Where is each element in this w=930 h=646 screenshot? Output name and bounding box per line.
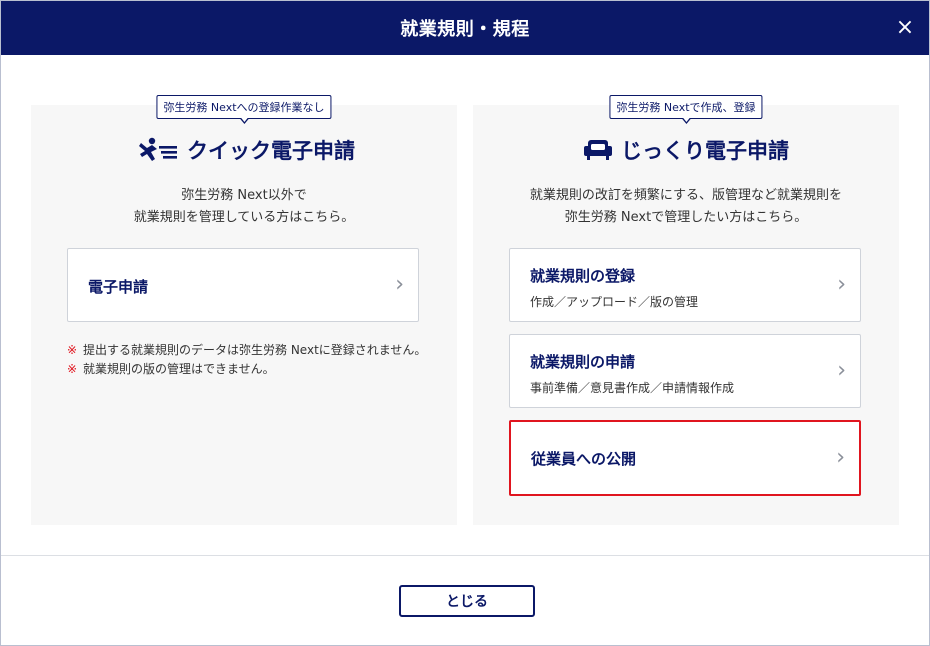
quick-apply-tag: 弥生労務 Nextへの登録作業なし xyxy=(156,95,332,119)
dialog-title: 就業規則・規程 xyxy=(400,19,530,40)
register-rules-sub: 作成／アップロード／版の管理 xyxy=(530,295,699,309)
quick-apply-panel: 弥生労務 Nextへの登録作業なし クイック電子申請 弥生労務 Next以外で … xyxy=(31,95,457,525)
detailed-apply-tag: 弥生労務 Nextで作成、登録 xyxy=(609,95,763,119)
note-text: 提出する就業規則のデータは弥生労務 Nextに登録されません。 xyxy=(83,343,427,357)
register-rules-label: 就業規則の登録 xyxy=(530,267,636,285)
footer-divider xyxy=(1,555,929,556)
e-apply-card[interactable]: 電子申請 › xyxy=(67,248,419,322)
note-item: ※ 就業規則の版の管理はできません。 xyxy=(67,360,431,379)
detailed-apply-description: 就業規則の改訂を頻繁にする、版管理など就業規則を 弥生労務 Nextで管理したい… xyxy=(473,185,899,229)
detailed-apply-panel: 弥生労務 Nextで作成、登録 じっくり電子申請 就業規則の改訂を頻繁にする、版… xyxy=(473,95,899,525)
apply-rules-label: 就業規則の申請 xyxy=(530,353,636,371)
note-item: ※ 提出する就業規則のデータは弥生労務 Nextに登録されません。 xyxy=(67,341,431,360)
dialog: 就業規則・規程 × 弥生労務 Nextへの登録作業なし クイック電子申請 弥生労… xyxy=(0,0,930,646)
sofa-icon xyxy=(583,138,613,162)
chevron-right-icon: › xyxy=(395,272,404,297)
detailed-apply-heading: じっくり電子申請 xyxy=(473,135,899,165)
note-text: 就業規則の版の管理はできません。 xyxy=(83,362,275,376)
note-mark: ※ xyxy=(67,362,78,376)
publish-to-employees-card[interactable]: 従業員への公開 › xyxy=(509,420,861,496)
quick-apply-desc-line1: 弥生労務 Next以外で xyxy=(181,188,307,203)
chevron-right-icon: › xyxy=(837,358,846,383)
register-rules-card[interactable]: 就業規則の登録 作成／アップロード／版の管理 › xyxy=(509,248,861,322)
quick-apply-heading-text: クイック電子申請 xyxy=(187,139,355,163)
publish-to-employees-label: 従業員への公開 xyxy=(531,450,637,468)
quick-apply-heading: クイック電子申請 xyxy=(31,135,457,165)
apply-rules-sub: 事前準備／意見書作成／申請情報作成 xyxy=(530,381,735,395)
close-icon[interactable]: × xyxy=(891,14,919,42)
chevron-right-icon: › xyxy=(836,445,845,470)
quick-apply-notes: ※ 提出する就業規則のデータは弥生労務 Nextに登録されません。 ※ 就業規則… xyxy=(67,341,431,379)
chevron-right-icon: › xyxy=(837,272,846,297)
close-button[interactable]: とじる xyxy=(399,585,535,617)
quick-apply-description: 弥生労務 Next以外で 就業規則を管理している方はこちら。 xyxy=(31,185,457,229)
note-mark: ※ xyxy=(67,343,78,357)
dialog-titlebar: 就業規則・規程 × xyxy=(1,1,929,55)
quick-apply-desc-line2: 就業規則を管理している方はこちら。 xyxy=(133,210,355,225)
e-apply-label: 電子申請 xyxy=(88,278,149,296)
detailed-apply-desc-line2: 弥生労務 Nextで管理したい方はこちら。 xyxy=(564,210,808,225)
apply-rules-card[interactable]: 就業規則の申請 事前準備／意見書作成／申請情報作成 › xyxy=(509,334,861,408)
running-person-icon xyxy=(133,137,179,163)
detailed-apply-desc-line1: 就業規則の改訂を頻繁にする、版管理など就業規則を xyxy=(529,188,843,203)
detailed-apply-heading-text: じっくり電子申請 xyxy=(621,139,789,163)
